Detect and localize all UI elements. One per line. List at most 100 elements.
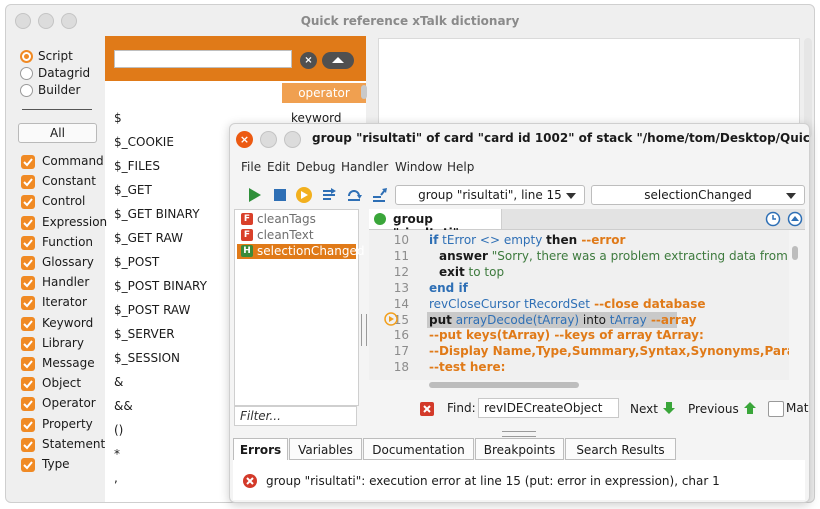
collapse-up-icon[interactable] — [787, 211, 803, 227]
code-horizontal-scrollbar[interactable] — [429, 382, 579, 388]
category-checkbox[interactable] — [21, 276, 35, 291]
menu-window[interactable]: Window — [395, 160, 442, 174]
menu-help[interactable]: Help — [447, 160, 474, 174]
step-into-button[interactable] — [295, 186, 313, 204]
category-checkbox[interactable] — [21, 175, 35, 190]
find-input[interactable]: revIDECreateObject — [478, 398, 619, 418]
editor-maximize-button[interactable] — [284, 131, 301, 148]
list-item[interactable]: $_POST RAW — [114, 303, 190, 317]
category-checkbox[interactable] — [21, 296, 35, 311]
mode-datagrid-radio[interactable] — [20, 67, 33, 80]
category-label[interactable]: Function — [42, 235, 93, 249]
list-item[interactable]: $_POST — [114, 255, 159, 269]
handler-combo[interactable]: selectionChanged — [591, 185, 805, 205]
category-checkbox[interactable] — [21, 155, 35, 169]
entries-scrollbar[interactable] — [361, 85, 367, 99]
menu-file[interactable]: File — [241, 160, 261, 174]
category-label[interactable]: Constant — [42, 174, 96, 188]
category-label[interactable]: Control — [42, 194, 85, 208]
code-line[interactable]: answer "Sorry, there was a problem extra… — [439, 249, 789, 263]
category-label[interactable]: Command — [42, 154, 104, 168]
code-line[interactable]: if tError <> empty then --error — [429, 233, 625, 247]
list-item[interactable]: () — [114, 423, 123, 437]
category-checkbox[interactable] — [21, 357, 35, 371]
menu-handler[interactable]: Handler — [341, 160, 388, 174]
object-tab[interactable]: group "risultati" — [369, 209, 502, 240]
category-label[interactable]: Expression — [42, 215, 107, 229]
find-next-button[interactable]: Next — [630, 401, 676, 416]
editor-close-button[interactable]: × — [236, 131, 253, 148]
menu-debug[interactable]: Debug — [296, 160, 335, 174]
tab-breakpoints[interactable]: Breakpoints — [475, 438, 564, 460]
mode-builder-radio[interactable] — [20, 84, 33, 97]
list-item[interactable]: $_GET — [114, 183, 152, 197]
bottom-pane-splitter[interactable] — [502, 431, 536, 437]
code-line[interactable]: put arrayDecode(tArray) into tArray --ar… — [429, 313, 696, 327]
mode-datagrid-label[interactable]: Datagrid — [38, 66, 90, 80]
tab-errors[interactable]: Errors — [233, 438, 288, 460]
category-checkbox[interactable] — [21, 437, 35, 452]
tab-documentation[interactable]: Documentation — [363, 438, 474, 460]
category-checkbox[interactable] — [21, 316, 35, 331]
list-item[interactable]: $_GET BINARY — [114, 207, 200, 221]
code-line[interactable]: exit to top — [439, 265, 504, 279]
close-find-icon[interactable] — [420, 402, 434, 416]
compile-button[interactable] — [370, 186, 388, 204]
match-case-checkbox[interactable] — [768, 401, 784, 417]
list-item[interactable]: $_COOKIE — [114, 135, 174, 149]
category-checkbox[interactable] — [21, 195, 35, 210]
mode-builder-label[interactable]: Builder — [38, 83, 80, 97]
category-label[interactable]: Handler — [42, 275, 89, 289]
clock-icon[interactable] — [765, 211, 781, 227]
error-message[interactable]: group "risultati": execution error at li… — [266, 474, 720, 488]
search-input[interactable] — [114, 50, 292, 68]
code-line[interactable]: --Display Name,Type,Summary,Syntax,Synon… — [429, 344, 789, 358]
mode-script-label[interactable]: Script — [38, 49, 73, 63]
category-checkbox[interactable] — [21, 256, 35, 270]
menu-edit[interactable]: Edit — [267, 160, 290, 174]
all-categories-button[interactable]: All — [18, 123, 97, 143]
handler-filter-input[interactable]: Filter... — [234, 406, 357, 426]
code-editor[interactable]: 10 if tError <> empty then --error 11 answe… — [369, 230, 789, 380]
category-checkbox[interactable] — [21, 215, 35, 230]
list-item[interactable]: * — [114, 447, 120, 461]
collapse-button[interactable] — [322, 52, 354, 69]
list-item[interactable]: $_SERVER — [114, 327, 175, 341]
code-line[interactable]: end if — [429, 281, 468, 295]
list-item[interactable]: $ — [114, 111, 122, 125]
category-checkbox[interactable] — [21, 417, 35, 432]
location-combo[interactable]: group "risultati", line 15 — [395, 185, 585, 205]
category-label[interactable]: Operator — [42, 396, 96, 410]
find-previous-button[interactable]: Previous — [688, 401, 757, 416]
category-label[interactable]: Type — [42, 457, 70, 471]
category-checkbox[interactable] — [21, 397, 35, 412]
list-item[interactable]: $_POST BINARY — [114, 279, 207, 293]
category-label[interactable]: Glossary — [42, 255, 94, 269]
category-checkbox[interactable] — [21, 235, 35, 250]
list-item[interactable]: && — [114, 399, 133, 413]
list-item[interactable]: $_GET RAW — [114, 231, 183, 245]
category-label[interactable]: Statement — [42, 437, 105, 451]
category-checkbox[interactable] — [21, 458, 35, 472]
list-item[interactable]: $_SESSION — [114, 351, 180, 365]
handler-item[interactable]: FcleanText — [237, 228, 356, 243]
list-item[interactable]: $_FILES — [114, 159, 160, 173]
category-label[interactable]: Library — [42, 336, 84, 350]
code-line[interactable]: --test here: — [429, 360, 505, 374]
code-vertical-scrollbar[interactable] — [792, 246, 798, 260]
step-out-button[interactable] — [345, 186, 363, 204]
category-checkbox[interactable] — [21, 377, 35, 392]
run-button[interactable] — [246, 186, 264, 204]
list-item[interactable]: & — [114, 375, 123, 389]
category-label[interactable]: Message — [42, 356, 95, 370]
code-line[interactable]: --put keys(tArray) --keys of array tArra… — [429, 328, 704, 342]
tab-search-results[interactable]: Search Results — [565, 438, 676, 460]
breakpoint-arrow-icon[interactable] — [384, 312, 400, 326]
category-label[interactable]: Object — [42, 376, 81, 390]
mode-script-radio[interactable] — [20, 50, 33, 63]
category-label[interactable]: Property — [42, 417, 93, 431]
category-label[interactable]: Iterator — [42, 295, 87, 309]
tab-variables[interactable]: Variables — [289, 438, 362, 460]
handler-item[interactable]: HselectionChanged — [237, 244, 365, 259]
category-checkbox[interactable] — [21, 336, 35, 351]
